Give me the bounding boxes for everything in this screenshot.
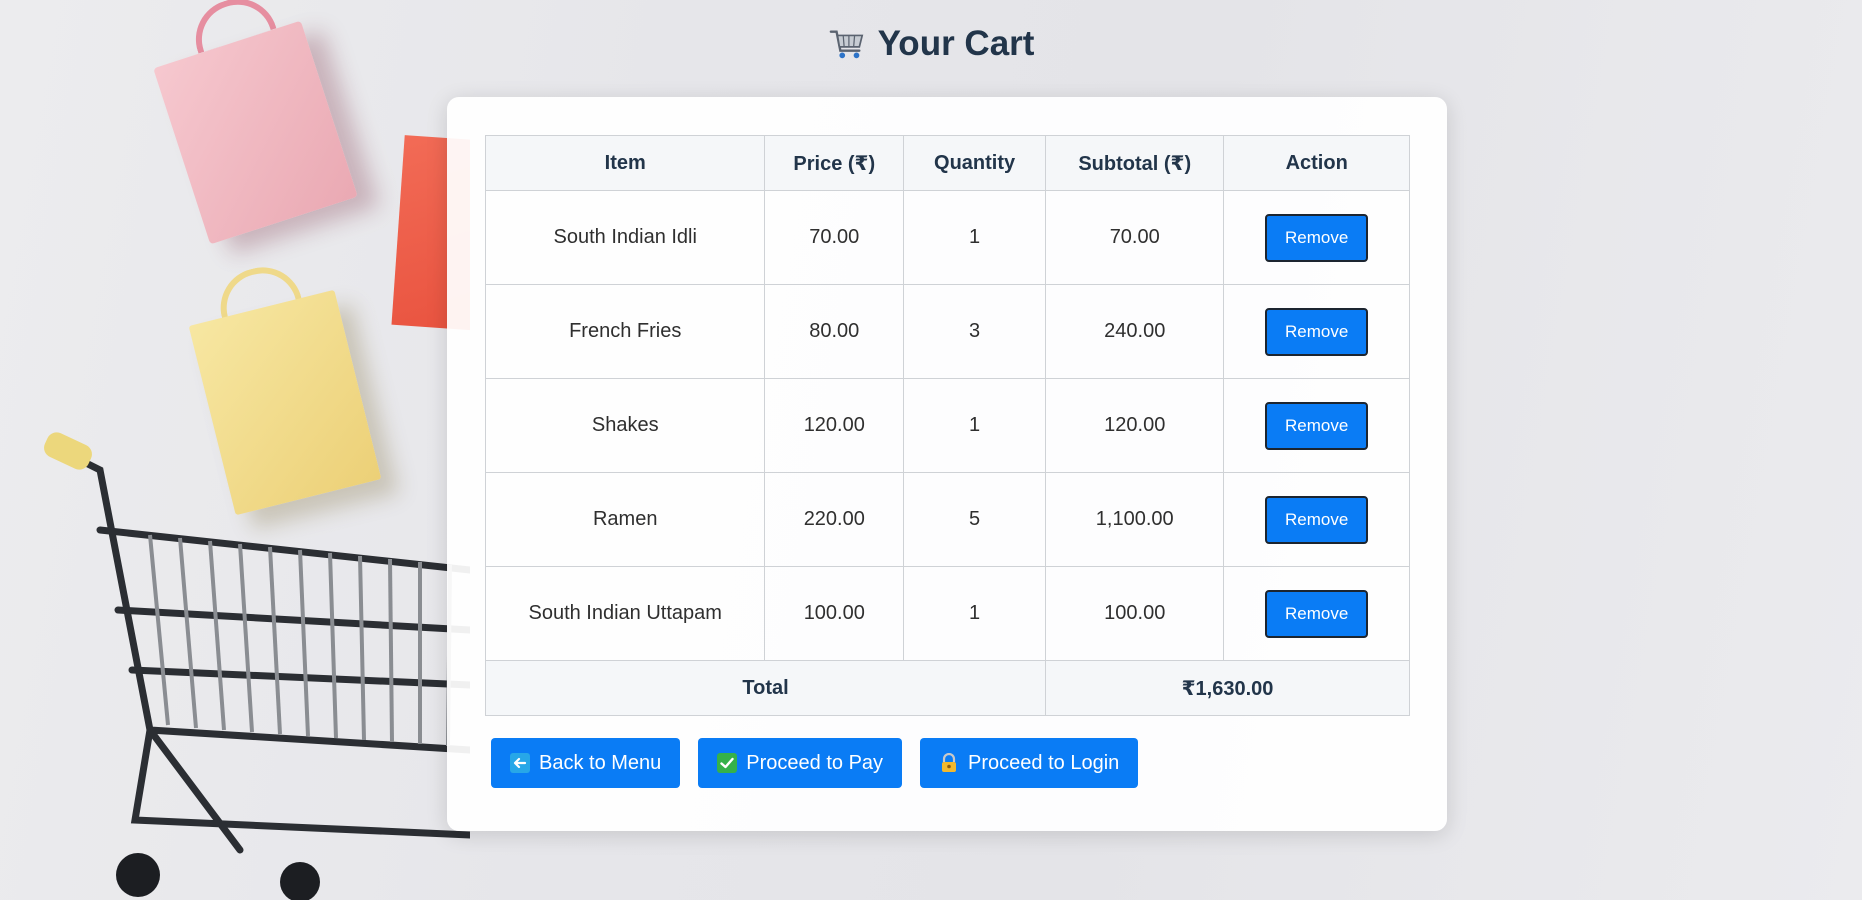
cart-actions: Back to Menu Proceed to Pay Proceed to L… xyxy=(491,738,1139,788)
remove-button[interactable]: Remove xyxy=(1265,307,1369,356)
column-header-subtotal: Subtotal (₹) xyxy=(1045,135,1225,191)
item-quantity: 3 xyxy=(903,284,1047,379)
column-header-action: Action xyxy=(1223,135,1410,191)
item-quantity: 5 xyxy=(903,472,1047,567)
item-name: Shakes xyxy=(484,378,766,473)
item-quantity: 1 xyxy=(903,566,1047,661)
table-row: French Fries 80.00 3 240.00 Remove xyxy=(484,284,1410,379)
back-arrow-icon xyxy=(510,753,530,773)
proceed-to-pay-label: Proceed to Pay xyxy=(746,751,884,774)
lock-key-icon xyxy=(942,753,957,772)
remove-button[interactable]: Remove xyxy=(1265,401,1369,450)
total-value: ₹1,630.00 xyxy=(1045,660,1410,716)
item-subtotal: 120.00 xyxy=(1045,378,1225,473)
total-row: Total ₹1,630.00 xyxy=(484,660,1410,716)
cart-table: Item Price (₹) Quantity Subtotal (₹) Act… xyxy=(484,135,1410,716)
cart-card: Item Price (₹) Quantity Subtotal (₹) Act… xyxy=(447,97,1447,831)
proceed-to-login-label: Proceed to Login xyxy=(968,751,1120,774)
item-action-cell: Remove xyxy=(1223,378,1410,473)
item-action-cell: Remove xyxy=(1223,566,1410,661)
column-header-item: Item xyxy=(484,135,766,191)
table-row: South Indian Idli 70.00 1 70.00 Remove xyxy=(484,190,1410,285)
check-mark-icon xyxy=(717,753,738,773)
background-shopping-illustration xyxy=(0,0,470,900)
item-action-cell: Remove xyxy=(1223,472,1410,567)
table-row: Shakes 120.00 1 120.00 Remove xyxy=(484,378,1410,473)
item-price: 120.00 xyxy=(764,378,905,473)
remove-button[interactable]: Remove xyxy=(1265,495,1369,544)
item-subtotal: 70.00 xyxy=(1045,190,1225,285)
shopping-cart-illustration xyxy=(44,432,470,900)
item-name: South Indian Idli xyxy=(484,190,766,285)
proceed-to-pay-button[interactable]: Proceed to Pay xyxy=(698,738,903,788)
item-subtotal: 240.00 xyxy=(1045,284,1225,379)
table-header-row: Item Price (₹) Quantity Subtotal (₹) Act… xyxy=(484,135,1410,191)
item-quantity: 1 xyxy=(903,190,1047,285)
proceed-to-login-button[interactable]: Proceed to Login xyxy=(920,738,1139,788)
item-action-cell: Remove xyxy=(1223,190,1410,285)
item-price: 80.00 xyxy=(764,284,905,379)
remove-button[interactable]: Remove xyxy=(1265,589,1369,638)
back-to-menu-button[interactable]: Back to Menu xyxy=(491,738,681,788)
item-price: 70.00 xyxy=(764,190,905,285)
item-price: 220.00 xyxy=(764,472,905,567)
column-header-price: Price (₹) xyxy=(764,135,905,191)
shopping-cart-icon xyxy=(829,30,863,59)
item-name: South Indian Uttapam xyxy=(484,566,766,661)
total-label: Total xyxy=(484,660,1047,716)
item-action-cell: Remove xyxy=(1223,284,1410,379)
table-row: South Indian Uttapam 100.00 1 100.00 Rem… xyxy=(484,566,1410,661)
back-to-menu-label: Back to Menu xyxy=(539,751,662,774)
item-subtotal: 100.00 xyxy=(1045,566,1225,661)
item-quantity: 1 xyxy=(903,378,1047,473)
table-row: Ramen 220.00 5 1,100.00 Remove xyxy=(484,472,1410,567)
item-name: Ramen xyxy=(484,472,766,567)
item-name: French Fries xyxy=(484,284,766,379)
item-price: 100.00 xyxy=(764,566,905,661)
item-subtotal: 1,100.00 xyxy=(1045,472,1225,567)
page-title: Your Cart xyxy=(877,24,1035,63)
column-header-quantity: Quantity xyxy=(903,135,1047,191)
remove-button[interactable]: Remove xyxy=(1265,213,1369,262)
page-header: Your Cart xyxy=(0,24,1862,64)
